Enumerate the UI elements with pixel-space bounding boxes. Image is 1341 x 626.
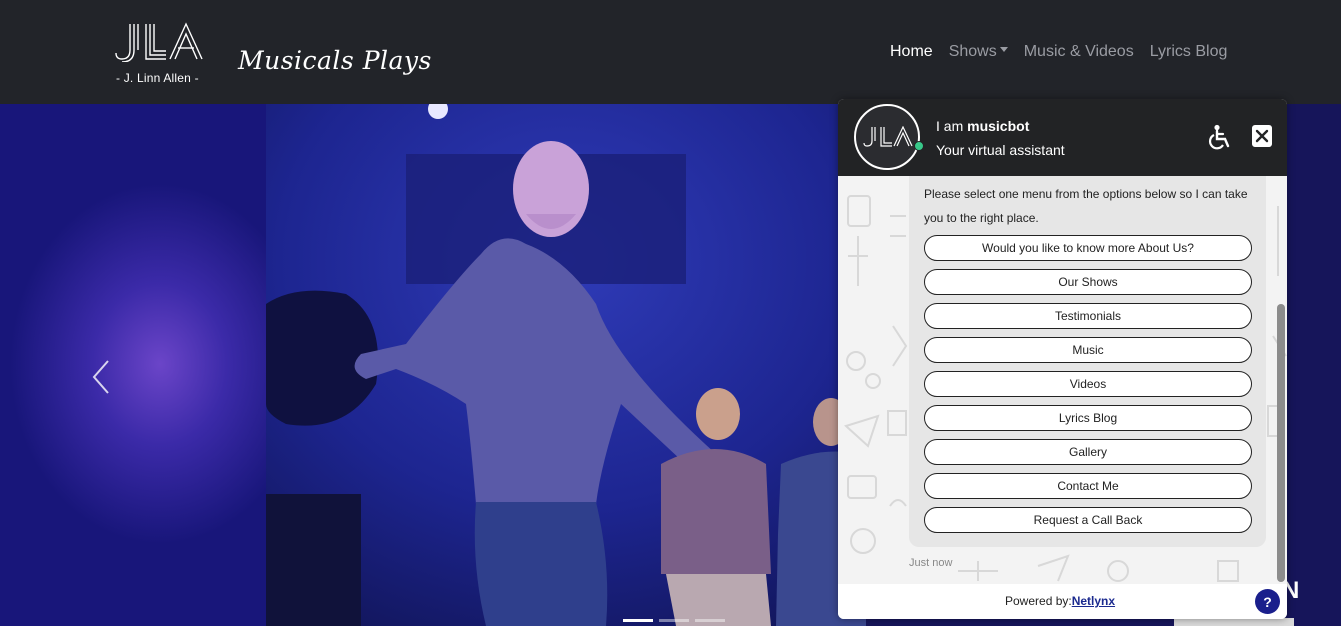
carousel-indicator-3[interactable] — [695, 619, 725, 622]
bot-intro: I am musicbot — [936, 118, 1029, 134]
bot-intro-prefix: I am — [936, 118, 968, 134]
carousel-indicators — [623, 619, 725, 622]
option-our-shows[interactable]: Our Shows — [924, 269, 1252, 295]
bot-avatar — [854, 104, 920, 170]
site-logo[interactable]: - J. Linn Allen - — [114, 22, 210, 88]
option-testimonials[interactable]: Testimonials — [924, 303, 1252, 329]
option-videos[interactable]: Videos — [924, 371, 1252, 397]
help-button[interactable]: ? — [1255, 589, 1280, 614]
netlynx-link[interactable]: Netlynx — [1072, 594, 1115, 608]
option-gallery[interactable]: Gallery — [924, 439, 1252, 465]
navbar: - J. Linn Allen - Musicals Plays Home Sh… — [0, 0, 1341, 104]
wheelchair-icon[interactable] — [1207, 124, 1233, 150]
caret-down-icon — [999, 47, 1008, 53]
chat-messages[interactable]: Please select one menu from the options … — [838, 176, 1287, 584]
carousel-indicator-2[interactable] — [659, 619, 689, 622]
nav-shows-label: Shows — [948, 43, 997, 60]
hero-photo — [266, 104, 866, 626]
bot-message-text: Please select one menu from the options … — [924, 187, 1248, 225]
bot-message-bubble: Please select one menu from the options … — [909, 176, 1266, 547]
partial-overlay-bar — [1174, 618, 1294, 626]
nav-home[interactable]: Home — [890, 43, 933, 61]
powered-by: Powered by:Netlynx — [1005, 594, 1115, 608]
online-status-dot — [914, 141, 924, 151]
close-icon[interactable] — [1252, 125, 1272, 147]
main-nav: Home Shows Music & Videos Lyrics Blog — [890, 43, 1243, 61]
chevron-left-icon[interactable] — [90, 359, 112, 395]
option-request-call-back[interactable]: Request a Call Back — [924, 507, 1252, 533]
nav-music-videos[interactable]: Music & Videos — [1024, 43, 1134, 61]
chat-header: I am musicbot Your virtual assistant — [838, 99, 1287, 176]
option-contact-me[interactable]: Contact Me — [924, 473, 1252, 499]
jla-avatar-mark — [863, 126, 913, 147]
powered-by-prefix: Powered by: — [1005, 594, 1072, 608]
jla-logo-mark — [115, 22, 203, 62]
nav-lyrics-blog[interactable]: Lyrics Blog — [1150, 43, 1228, 61]
carousel-indicator-1[interactable] — [623, 619, 653, 622]
site-tagline: Musicals Plays — [238, 46, 432, 75]
nav-shows[interactable]: Shows — [949, 43, 1008, 61]
bot-name: musicbot — [967, 118, 1030, 134]
option-about-us[interactable]: Would you like to know more About Us? — [924, 235, 1252, 261]
message-timestamp: Just now — [909, 557, 953, 569]
chat-scrollbar[interactable] — [1277, 304, 1285, 582]
logo-subtitle: - J. Linn Allen - — [116, 71, 199, 85]
chat-footer: Powered by:Netlynx ? — [838, 584, 1287, 619]
chatbot-widget: I am musicbot Your virtual assistant Ple… — [838, 99, 1287, 619]
bot-role: Your virtual assistant — [936, 142, 1065, 158]
option-lyrics-blog[interactable]: Lyrics Blog — [924, 405, 1252, 431]
option-music[interactable]: Music — [924, 337, 1252, 363]
